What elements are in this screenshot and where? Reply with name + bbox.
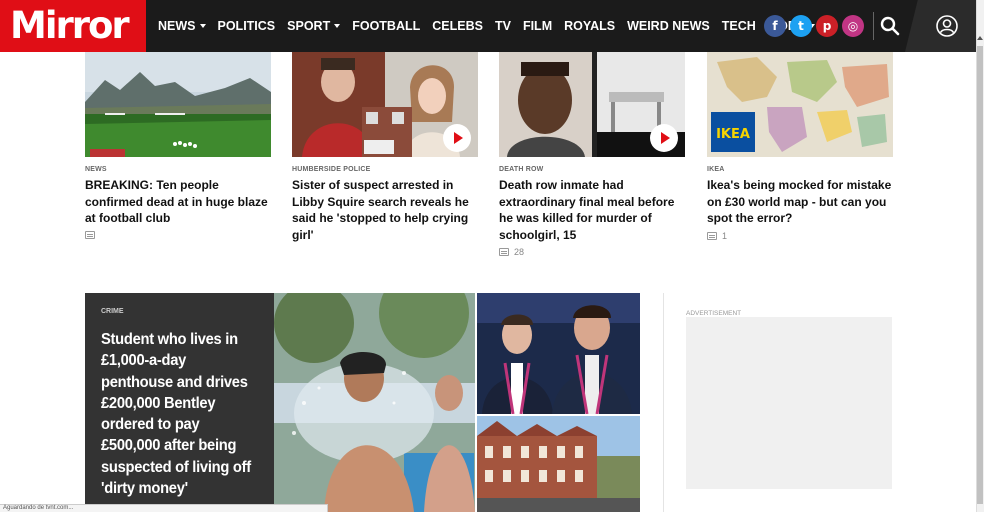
comment-icon — [707, 231, 717, 240]
scroll-up-arrow-icon[interactable] — [977, 36, 983, 40]
article-card-libby-squire[interactable]: HUMBERSIDE POLICE Sister of suspect arre… — [292, 52, 478, 243]
card-title[interactable]: Sister of suspect arrested in Libby Squi… — [292, 177, 478, 243]
ikea-sign-text: IKEA — [716, 127, 750, 142]
column-divider — [663, 293, 664, 512]
article-card-football-blaze[interactable]: NEWS BREAKING: Ten people confirmed dead… — [85, 52, 271, 239]
card-kicker: NEWS — [85, 166, 107, 173]
scrollbar-thumb[interactable] — [977, 46, 983, 504]
main-nav: NEWS POLITICS SPORT FOOTBALL CELEBS TV F… — [158, 0, 827, 52]
lead-story-panel[interactable]: CRIME Student who lives in £1,000-a-day … — [85, 293, 274, 512]
article-card-death-row[interactable]: DEATH ROW Death row inmate had extraordi… — [499, 52, 685, 257]
nav-item-film[interactable]: FILM — [523, 19, 552, 33]
card-kicker: IKEA — [707, 166, 725, 173]
comment-icon — [499, 248, 509, 256]
nav-item-celebs[interactable]: CELEBS — [432, 19, 483, 33]
comments-count[interactable]: 28 — [499, 247, 685, 257]
play-video-icon[interactable] — [650, 124, 678, 152]
pinterest-icon[interactable]: p — [816, 15, 838, 37]
nav-item-weird-news[interactable]: WEIRD NEWS — [627, 19, 710, 33]
nav-item-sport[interactable]: SPORT — [287, 19, 341, 33]
instagram-icon[interactable]: ◎ — [842, 15, 864, 37]
search-icon[interactable] — [878, 14, 902, 38]
london-buildings-image[interactable] — [477, 416, 640, 512]
card-title[interactable]: Death row inmate had extraordinary final… — [499, 177, 685, 243]
lead-headline[interactable]: Student who lives in £1,000-a-day pentho… — [101, 329, 257, 499]
nav-item-football[interactable]: FOOTBALL — [352, 19, 420, 33]
death-row-inmate-image[interactable] — [499, 52, 685, 157]
nav-item-news[interactable]: NEWS — [158, 19, 206, 33]
browser-status-bar: Aguardando de tvnt.com... — [0, 504, 328, 512]
comments-count[interactable] — [85, 230, 271, 239]
chevron-down-icon — [199, 24, 206, 28]
nav-item-tech[interactable]: TECH — [722, 19, 756, 33]
nav-item-tv[interactable]: TV — [495, 19, 511, 33]
advertisement-label: ADVERTISEMENT — [686, 310, 742, 317]
header-divider — [873, 12, 874, 40]
card-kicker: HUMBERSIDE POLICE — [292, 166, 371, 173]
twitter-icon[interactable]: t — [790, 15, 812, 37]
card-title[interactable]: BREAKING: Ten people confirmed dead at i… — [85, 177, 271, 227]
lead-kicker: CRIME — [101, 308, 124, 315]
nav-item-royals[interactable]: ROYALS — [564, 19, 615, 33]
card-kicker: DEATH ROW — [499, 166, 544, 173]
play-video-icon[interactable] — [443, 124, 471, 152]
mirror-logo[interactable]: Mirror — [0, 0, 146, 52]
suspect-and-sister-image[interactable] — [292, 52, 478, 157]
advertisement-slot[interactable] — [686, 317, 892, 489]
ikea-world-map-image[interactable]: IKEA — [707, 52, 893, 157]
comments-count[interactable]: 1 — [707, 231, 893, 241]
chevron-down-icon — [334, 24, 341, 28]
nav-item-politics[interactable]: POLITICS — [218, 19, 276, 33]
card-title[interactable]: Ikea's being mocked for mistake on £30 w… — [707, 177, 893, 227]
article-card-ikea-map[interactable]: IKEA IKEA Ikea's being mocked for mistak… — [707, 52, 893, 241]
court-attendees-image[interactable] — [477, 293, 640, 414]
football-ground-image[interactable] — [85, 52, 271, 157]
lead-story-image[interactable] — [274, 293, 475, 512]
user-profile-icon[interactable] — [936, 15, 958, 37]
facebook-icon[interactable]: f — [764, 15, 786, 37]
comment-icon — [85, 230, 95, 239]
